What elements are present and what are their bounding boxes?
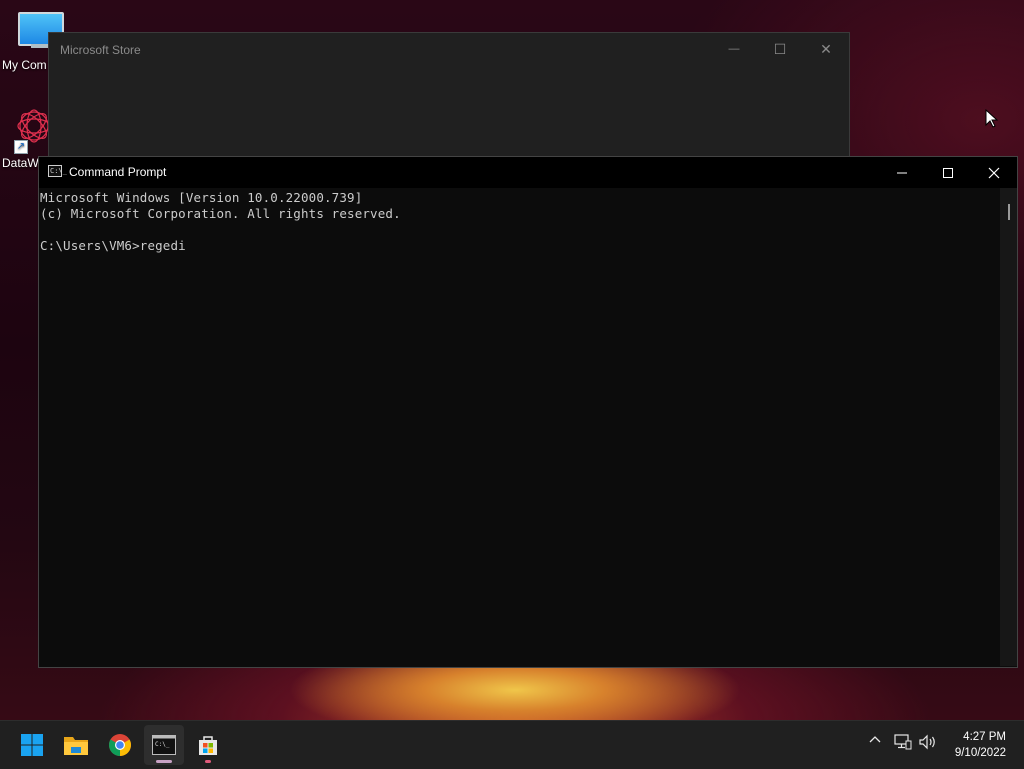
- console-line: Microsoft Windows [Version 10.0.22000.73…: [40, 190, 363, 205]
- network-icon: [894, 734, 912, 750]
- microsoft-store-window[interactable]: Microsoft Store — ☐ ✕: [48, 32, 850, 159]
- console-output[interactable]: Microsoft Windows [Version 10.0.22000.73…: [39, 188, 999, 666]
- speaker-icon: [919, 734, 935, 750]
- minimize-icon: [897, 172, 907, 173]
- desktop-icon-label: DataW: [2, 156, 39, 170]
- folder-icon: [64, 737, 88, 755]
- clock[interactable]: 4:27 PM 9/10/2022: [955, 729, 1006, 761]
- running-indicator: [205, 760, 211, 763]
- shortcut-arrow-icon: ↗: [14, 140, 28, 154]
- maximize-button[interactable]: [925, 157, 971, 188]
- svg-text:C:\_: C:\_: [155, 741, 170, 748]
- windows-logo-icon: [21, 734, 43, 756]
- window-title: Command Prompt: [69, 165, 167, 179]
- clock-time: 4:27 PM: [963, 731, 1006, 743]
- volume-button[interactable]: [918, 734, 938, 753]
- command-prompt-window[interactable]: C:\_ Command Prompt Microsoft Windows [V…: [38, 156, 1018, 668]
- close-button[interactable]: [971, 157, 1017, 188]
- maximize-button[interactable]: ☐: [757, 33, 803, 65]
- mouse-cursor-icon: [985, 109, 999, 128]
- chrome-button[interactable]: [100, 725, 140, 765]
- terminal-icon: C:\_: [152, 735, 176, 755]
- close-icon: ✕: [820, 40, 832, 57]
- maximize-icon: ☐: [773, 40, 787, 57]
- command-input-line[interactable]: C:\Users\VM6>regedi: [40, 238, 186, 253]
- minimize-button[interactable]: —: [711, 33, 757, 65]
- active-indicator: [156, 760, 172, 763]
- minimize-icon: —: [728, 43, 740, 55]
- show-hidden-icons-button[interactable]: [868, 733, 882, 750]
- close-icon: [988, 167, 1000, 178]
- chrome-icon: [109, 734, 131, 756]
- window-title: Microsoft Store: [60, 43, 141, 57]
- chevron-up-icon: [869, 736, 881, 743]
- file-explorer-button[interactable]: [56, 725, 96, 765]
- vertical-scrollbar[interactable]: [1000, 188, 1017, 666]
- terminal-icon: C:\_: [48, 165, 67, 177]
- scrollbar-thumb[interactable]: [1008, 204, 1010, 220]
- maximize-icon: [943, 167, 953, 178]
- clock-date: 9/10/2022: [954, 747, 1006, 759]
- console-line: (c) Microsoft Corporation. All rights re…: [40, 206, 401, 221]
- close-button[interactable]: ✕: [803, 33, 849, 65]
- store-icon: [199, 736, 217, 755]
- monitor-stand: [31, 44, 49, 48]
- network-button[interactable]: [894, 734, 912, 753]
- desktop-icon-label: My Com: [2, 58, 47, 72]
- command-prompt-taskbar-button[interactable]: C:\_: [144, 725, 184, 765]
- microsoft-store-taskbar-button[interactable]: [188, 725, 228, 765]
- minimize-button[interactable]: [879, 157, 925, 188]
- taskbar: C:\_ 4:27 PM 9/10/2022: [0, 720, 1024, 769]
- title-bar[interactable]: C:\_ Command Prompt: [39, 157, 1017, 188]
- start-button[interactable]: [12, 725, 52, 765]
